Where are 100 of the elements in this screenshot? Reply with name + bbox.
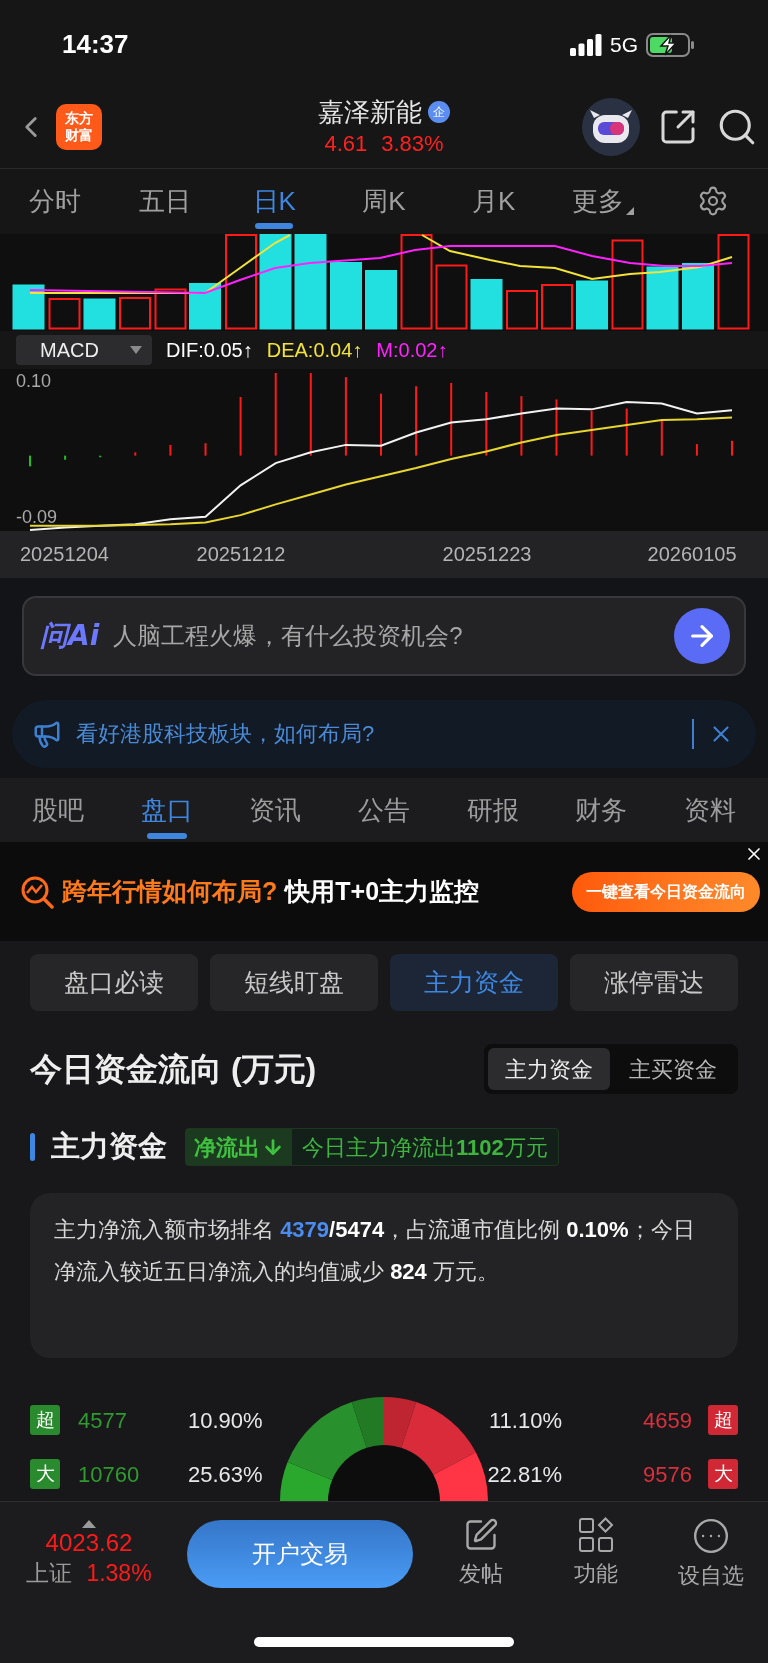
index-change: 1.38%	[86, 1559, 152, 1588]
sub-tab[interactable]: 盘口必读	[30, 954, 198, 1011]
dropdown-caret-icon	[130, 345, 142, 354]
outflow-share: 25.63%	[188, 1460, 263, 1489]
volume-bar	[435, 264, 468, 330]
size-tag: 超	[30, 1405, 60, 1435]
trend-magnifier-icon	[20, 874, 54, 909]
indicator-legend: M:0.02↑	[376, 334, 448, 365]
x-axis-label: 20251223	[442, 541, 532, 567]
open-account-button[interactable]: 开户交易	[187, 1520, 413, 1588]
volume-bar	[682, 262, 714, 330]
histogram-bar	[590, 410, 593, 456]
notice-text[interactable]: 看好港股科技板块，如何布局?	[76, 717, 678, 751]
inflow-share: 11.10%	[489, 1406, 562, 1435]
volume-bar	[83, 298, 116, 330]
size-tag: 大	[708, 1459, 738, 1489]
content-tab[interactable]: 财务	[552, 779, 650, 841]
inflow-share: 22.81%	[487, 1460, 562, 1489]
content-tab[interactable]: 资讯	[227, 779, 324, 841]
stock-price: 4.61	[324, 129, 368, 158]
histogram-bar	[99, 455, 102, 458]
sub-tab[interactable]: 主力资金	[390, 954, 558, 1011]
fund-type-option[interactable]: 主力资金	[488, 1048, 610, 1090]
indicator-legend: DIF:0.05↑	[166, 334, 253, 365]
period-tab[interactable]: 周K	[339, 171, 429, 232]
toolbar-action[interactable]: 发帖	[430, 1516, 531, 1592]
histogram-bar	[415, 385, 418, 456]
ask-ai-logo: 问Ai	[40, 617, 100, 654]
volume-bar	[646, 266, 679, 330]
y-axis-label: 0.10	[16, 370, 52, 391]
sub-tab[interactable]: 涨停雷达	[570, 954, 738, 1011]
content-tab[interactable]: 股吧	[10, 779, 107, 841]
volume-bar	[48, 297, 81, 330]
question-input[interactable]: 人脑工程火爆，有什么投资机会?	[113, 617, 660, 654]
histogram-bar	[625, 408, 628, 456]
direction-label: 净流出	[194, 1133, 260, 1162]
stock-name: 嘉泽新能	[318, 95, 422, 129]
toolbar-action[interactable]: 功能	[545, 1516, 646, 1592]
histogram-bar	[485, 391, 488, 456]
price-change: 3.83%	[381, 129, 444, 158]
content-tab[interactable]: 资料	[661, 779, 758, 841]
volume-bar	[12, 284, 45, 330]
accent-bar	[30, 1133, 35, 1161]
battery-charging-icon	[646, 32, 696, 57]
flow-summary: 今日主力净流出1102万元	[301, 1133, 549, 1162]
histogram-bar	[695, 443, 698, 456]
histogram-bar	[239, 396, 242, 456]
volume-bar	[154, 288, 187, 330]
signal-icon	[570, 33, 602, 56]
promo-subline: 快用T+0主力监控	[285, 875, 480, 907]
indicator-dropdown[interactable]: MACD	[16, 334, 152, 365]
inflow-amount: 4659	[642, 1406, 692, 1435]
expand-caret-icon[interactable]	[82, 1520, 96, 1528]
histogram-bar	[134, 452, 137, 456]
histogram-bar	[204, 443, 207, 456]
period-tab[interactable]: 月K	[448, 171, 539, 232]
histogram-bar	[660, 420, 663, 456]
volume-bar	[189, 282, 221, 330]
outflow-amount: 4577	[78, 1406, 128, 1435]
histogram-bar	[520, 395, 523, 456]
volume-bar	[470, 278, 503, 330]
volume-bar	[576, 280, 608, 330]
x-axis-label: 20251212	[196, 541, 286, 567]
network-label: 5G	[610, 32, 638, 59]
fund-flow-note: 主力净流入额市场排名 4379/5474，占流通市值比例 0.10%；今日净流入较近五日净流入的均值减少 824 万元。	[54, 1216, 696, 1286]
volume-bar	[330, 261, 362, 330]
content-tab[interactable]: 盘口	[118, 779, 216, 841]
toolbar-action[interactable]: 设自选	[660, 1516, 761, 1592]
volume-bar	[119, 296, 151, 330]
period-tab[interactable]: 分时	[10, 171, 100, 232]
period-tab[interactable]: 日K	[229, 171, 320, 232]
index-value: 4023.62	[45, 1528, 133, 1558]
inflow-amount: 9576	[642, 1460, 692, 1489]
x-axis-label: 20251204	[20, 541, 109, 567]
histogram-bar	[169, 444, 172, 456]
x-axis-label: 20260105	[647, 541, 737, 567]
fund-type-option[interactable]: 主买资金	[612, 1048, 734, 1090]
status-time: 14:37	[62, 28, 129, 62]
ask-ai-field[interactable]: 问Ai 人脑工程火爆，有什么投资机会?	[22, 595, 746, 676]
size-tag: 大	[30, 1459, 60, 1489]
section-title: 今日资金流向 (万元)	[30, 1050, 317, 1089]
content-tab[interactable]: 公告	[335, 779, 433, 841]
content-tab[interactable]: 研报	[444, 779, 541, 841]
caret-icon	[626, 207, 635, 216]
promo-headline: 跨年行情如何布局?	[62, 875, 278, 907]
sub-tab[interactable]: 短线盯盘	[210, 954, 378, 1011]
size-tag: 超	[708, 1405, 738, 1435]
enterprise-badge: 企	[428, 100, 450, 123]
period-tab[interactable]: 更多	[558, 171, 649, 232]
subsection-title: 主力资金	[51, 1129, 167, 1165]
grid-icon	[577, 1516, 614, 1553]
robot-avatar-icon[interactable]	[582, 97, 640, 156]
histogram-bar	[555, 399, 558, 456]
volume-bar	[365, 269, 397, 330]
outflow-amount: 10760	[78, 1460, 141, 1489]
index-name: 上证	[26, 1559, 73, 1588]
volume-bar	[506, 289, 538, 330]
y-axis-label: -0.09	[16, 506, 58, 527]
outflow-share: 10.90%	[188, 1406, 263, 1435]
period-tab[interactable]: 五日	[119, 171, 210, 232]
